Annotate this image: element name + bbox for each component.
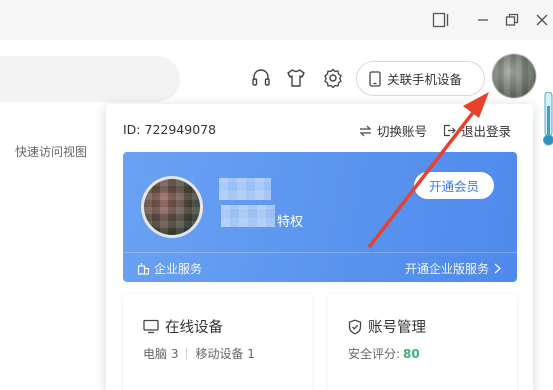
- account-management-tile[interactable]: 账号管理 安全评分: 80: [328, 294, 517, 390]
- link-phone-device-label: 关联手机设备: [387, 72, 463, 87]
- gear-icon[interactable]: [321, 66, 345, 90]
- device-counts: 电脑 3 移动设备 1: [143, 345, 255, 362]
- monitor-icon: [143, 319, 159, 334]
- link-phone-device-button[interactable]: 关联手机设备: [356, 61, 485, 96]
- profile-avatar: [141, 176, 203, 238]
- logout-icon: [443, 124, 456, 137]
- chevron-right-icon: [494, 263, 501, 274]
- switch-account-label: 切换账号: [377, 124, 428, 139]
- search-bar[interactable]: [0, 56, 180, 102]
- phone-icon: [369, 70, 381, 87]
- account-management-label: 账号管理: [368, 320, 426, 336]
- logout-link[interactable]: 退出登录: [443, 121, 511, 140]
- thermometer-icon: [543, 92, 553, 146]
- online-devices-tile[interactable]: 在线设备 电脑 3 移动设备 1: [123, 294, 312, 390]
- restore-icon[interactable]: [501, 9, 523, 31]
- security-score-value: 80: [403, 346, 420, 361]
- sidebar-toggle-icon[interactable]: [430, 9, 452, 31]
- minimize-icon[interactable]: [472, 9, 494, 31]
- close-icon[interactable]: [531, 9, 553, 31]
- switch-account-link[interactable]: 切换账号: [359, 121, 427, 140]
- open-vip-button[interactable]: 开通会员: [414, 172, 494, 199]
- user-avatar[interactable]: [492, 54, 536, 98]
- online-devices-label: 在线设备: [165, 320, 223, 336]
- open-enterprise-link[interactable]: 开通企业版服务: [405, 260, 501, 277]
- open-enterprise-label: 开通企业版服务: [404, 262, 489, 276]
- account-panel: ID: 722949078 切换账号 退出登录 特权 开通会员 企业服务 开通企…: [106, 104, 533, 390]
- privilege-text: 特权: [277, 215, 304, 230]
- vip-card: 特权 开通会员 企业服务 开通企业版服务: [123, 152, 517, 282]
- blurred-username: [219, 178, 271, 200]
- tshirt-icon[interactable]: [284, 66, 308, 90]
- divider: [186, 347, 188, 360]
- pc-count: 电脑 3: [143, 347, 179, 361]
- shield-icon: [348, 319, 362, 335]
- logout-label: 退出登录: [461, 124, 512, 139]
- vip-card-footer: 企业服务 开通企业版服务: [123, 252, 517, 282]
- security-score-label: 安全评分:: [348, 347, 401, 361]
- switch-icon: [359, 125, 372, 137]
- security-score-row: 安全评分: 80: [348, 345, 420, 362]
- window-titlebar: [0, 0, 553, 40]
- building-icon: [137, 262, 150, 275]
- account-management-title: 账号管理: [348, 316, 426, 337]
- quick-access-view-label[interactable]: 快速访问视图: [15, 143, 87, 160]
- enterprise-service-label: 企业服务: [154, 262, 203, 276]
- enterprise-service-link[interactable]: 企业服务: [137, 260, 202, 277]
- mobile-count: 移动设备 1: [195, 347, 255, 361]
- blurred-level: [221, 205, 275, 227]
- headset-icon[interactable]: [249, 66, 273, 90]
- online-devices-title: 在线设备: [143, 316, 223, 337]
- user-id: ID: 722949078: [123, 122, 217, 137]
